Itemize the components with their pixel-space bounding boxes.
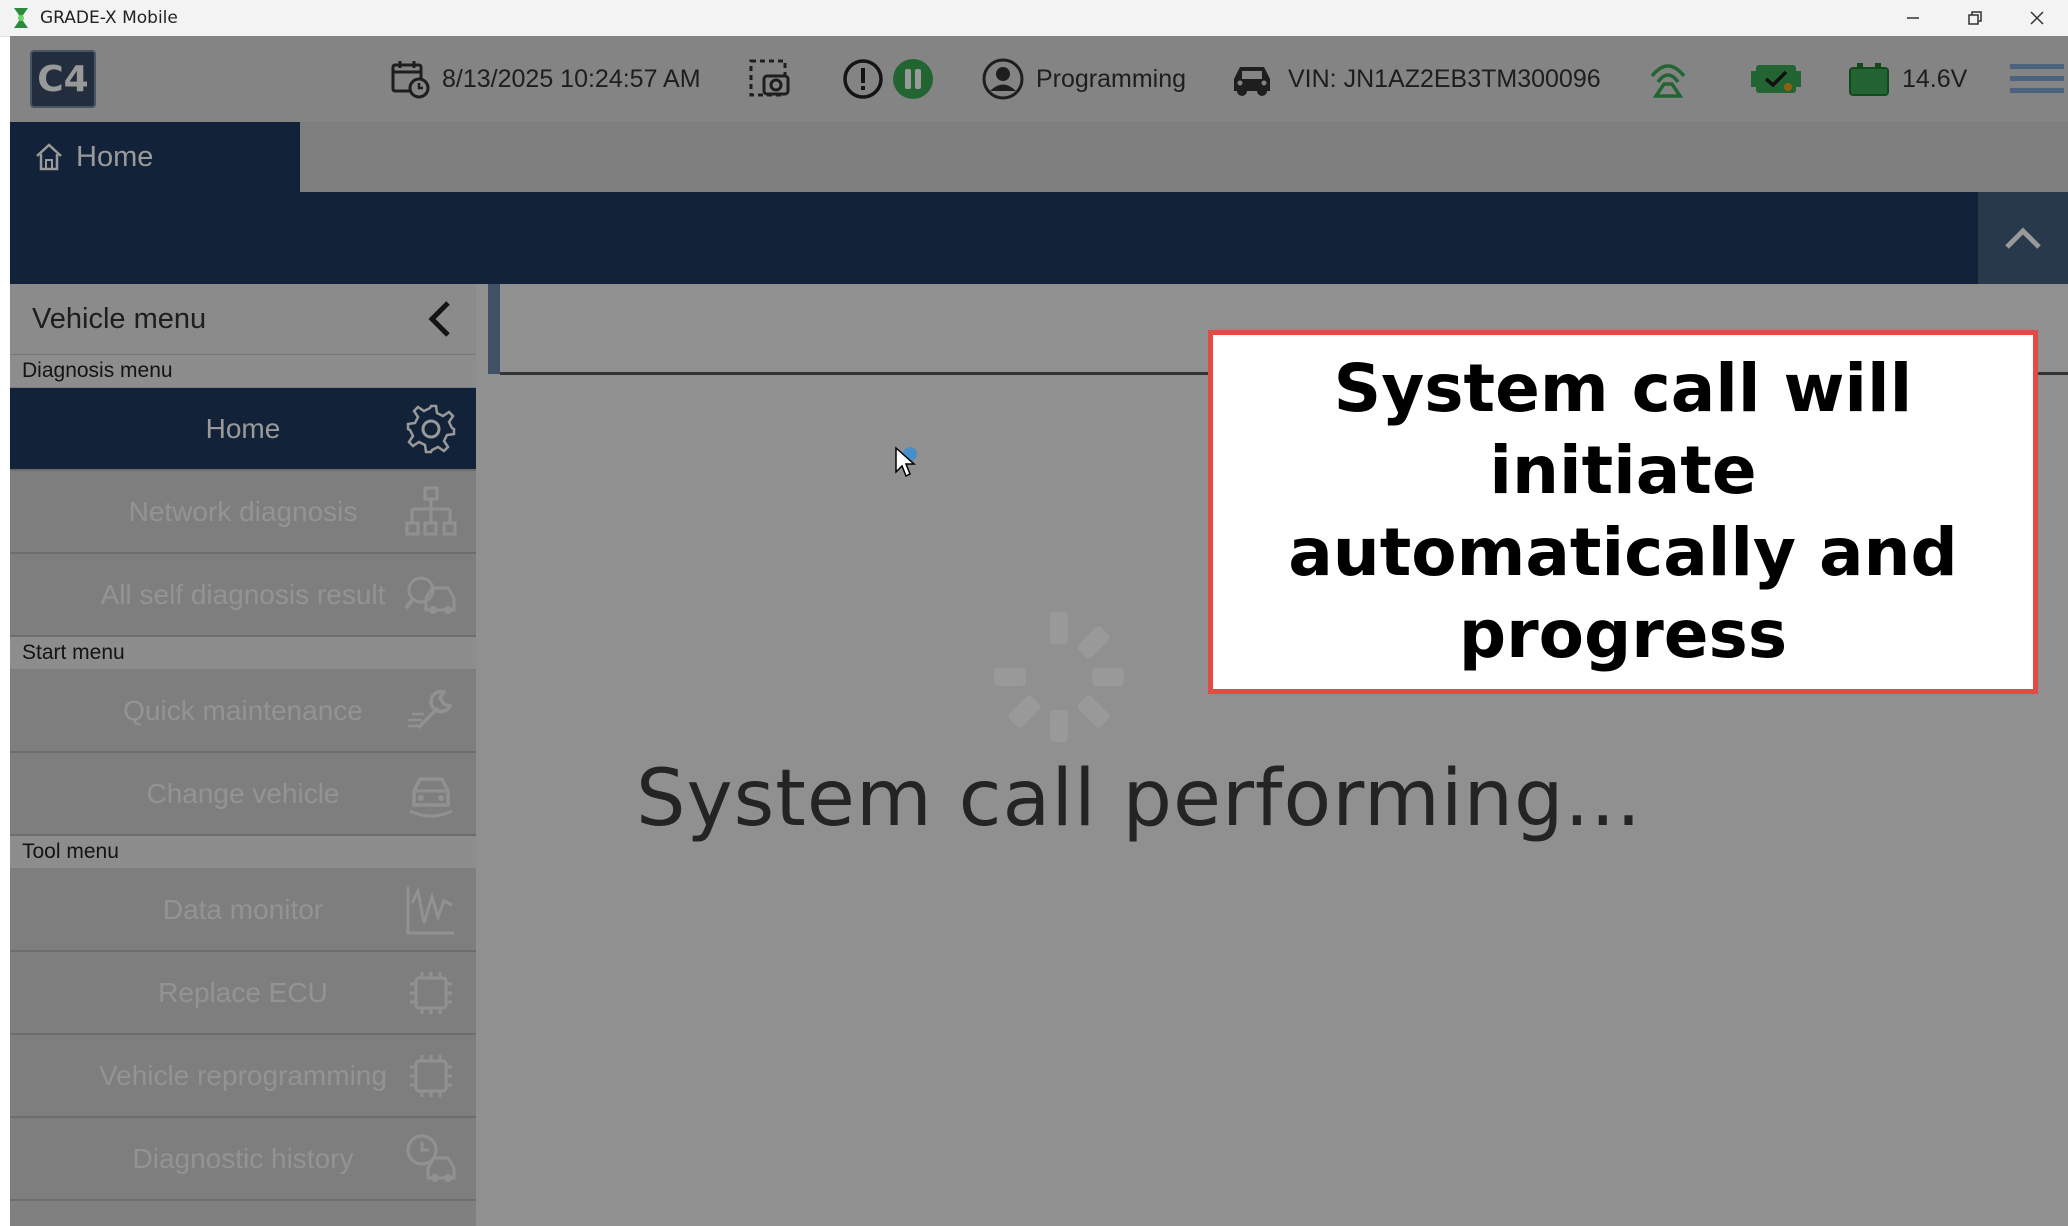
minimize-button[interactable] — [1882, 0, 1944, 36]
annotation-callout: System call will initiate automatically … — [1208, 330, 2038, 694]
window-title: GRADE-X Mobile — [40, 8, 178, 28]
close-button[interactable] — [2006, 0, 2068, 36]
close-icon — [2030, 11, 2044, 25]
restore-icon — [1968, 11, 1982, 25]
app-window: C4 8/13/2025 10:24:57 AM Programming VIN… — [10, 36, 2068, 1226]
minimize-icon — [1907, 17, 1919, 19]
restore-button[interactable] — [1944, 0, 2006, 36]
annotation-text: System call will initiate automatically … — [1288, 350, 1958, 673]
mouse-cursor-icon — [895, 446, 917, 478]
window-titlebar: GRADE-X Mobile — [0, 0, 2068, 37]
app-logo-icon — [14, 8, 28, 28]
